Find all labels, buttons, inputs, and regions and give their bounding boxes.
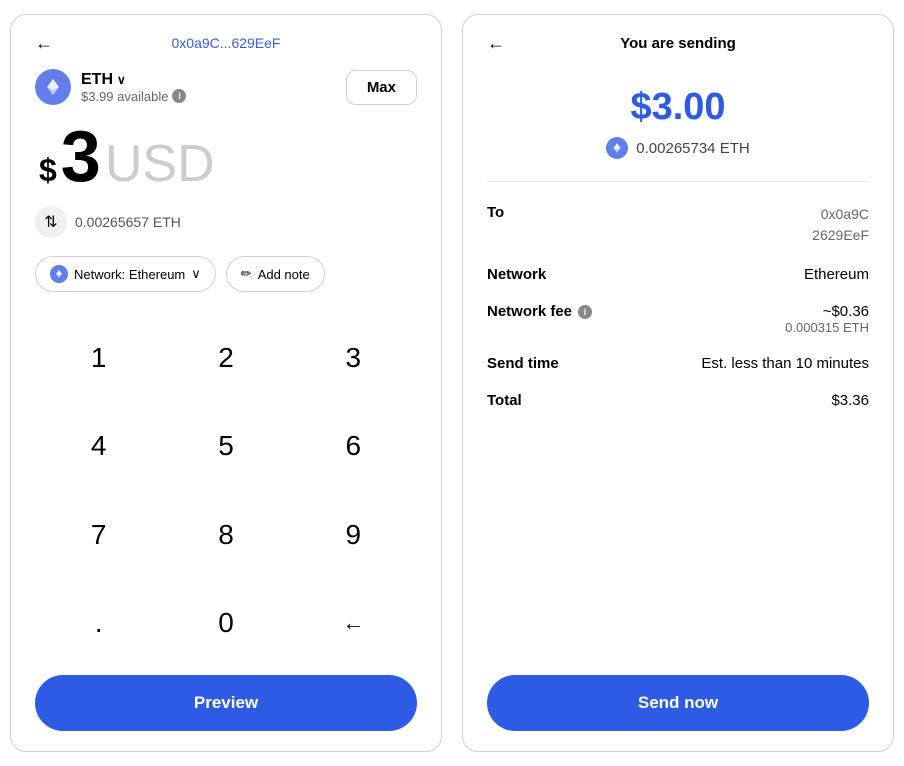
- amount-display: $ 3 USD: [35, 121, 417, 194]
- confirmation-title: You are sending: [620, 35, 736, 52]
- send-confirmation-screen: ← You are sending $3.00 0.00265734 ETH T…: [462, 14, 894, 752]
- wallet-address[interactable]: 0x0a9C...629EeF: [172, 35, 281, 51]
- options-row: Network: Ethereum ∨ ✏ Add note: [35, 256, 417, 292]
- fee-usd-value: ~$0.36: [823, 303, 869, 320]
- sending-usd-amount: $3.00: [487, 86, 869, 129]
- to-row: To 0x0a9C 2629EeF: [487, 204, 869, 246]
- numpad-key-0[interactable]: 0: [162, 579, 289, 667]
- eth-logo-icon: [35, 69, 71, 105]
- screen1-header: ← 0x0a9C...629EeF: [35, 35, 417, 51]
- to-label: To: [487, 204, 504, 221]
- total-row: Total $3.36: [487, 392, 869, 409]
- numpad-key-4[interactable]: 4: [35, 402, 162, 490]
- eth-equivalent-row: ⇅ 0.00265657 ETH: [35, 206, 417, 238]
- numpad-key-3[interactable]: 3: [290, 314, 417, 402]
- token-selector[interactable]: ETH ∨: [81, 71, 186, 89]
- amount-currency: USD: [105, 134, 215, 194]
- network-chevron-icon: ∨: [191, 266, 201, 282]
- sending-eth-row: 0.00265734 ETH: [487, 137, 869, 159]
- sending-amount-section: $3.00 0.00265734 ETH: [487, 70, 869, 182]
- recipient-address: 0x0a9C 2629EeF: [812, 204, 869, 246]
- sending-eth-icon: [606, 137, 628, 159]
- add-note-label: Add note: [258, 267, 310, 282]
- pencil-icon: ✏: [241, 266, 252, 282]
- back-button-1[interactable]: ←: [35, 33, 53, 54]
- numpad-key-6[interactable]: 6: [290, 402, 417, 490]
- numpad-backspace-button[interactable]: ←: [290, 579, 417, 667]
- send-amount-screen: ← 0x0a9C...629EeF ETH ∨ $3.: [10, 14, 442, 752]
- fee-value: ~$0.36 0.000315 ETH: [785, 303, 869, 335]
- eth-amount-text: 0.00265657 ETH: [75, 214, 181, 230]
- dollar-sign: $: [39, 152, 57, 189]
- screen2-header: ← You are sending: [487, 35, 869, 52]
- numpad-key-dot[interactable]: .: [35, 579, 162, 667]
- numpad-key-5[interactable]: 5: [162, 402, 289, 490]
- send-time-value: Est. less than 10 minutes: [701, 355, 869, 372]
- numpad-key-2[interactable]: 2: [162, 314, 289, 402]
- total-value: $3.36: [831, 392, 869, 409]
- fee-label: Network fee: [487, 303, 572, 320]
- fee-label-row: Network fee i: [487, 303, 592, 320]
- send-time-row: Send time Est. less than 10 minutes: [487, 355, 869, 372]
- token-row: ETH ∨ $3.99 available i Max: [35, 69, 417, 105]
- token-details: ETH ∨ $3.99 available i: [81, 71, 186, 104]
- address-line-2: 2629EeF: [812, 227, 869, 243]
- sending-eth-amount: 0.00265734 ETH: [636, 140, 749, 157]
- numpad: 1 2 3 4 5 6 7 8 9 . 0 ←: [35, 314, 417, 667]
- network-label: Network: Ethereum: [74, 267, 185, 282]
- send-now-button[interactable]: Send now: [487, 675, 869, 731]
- network-row: Network Ethereum: [487, 266, 869, 283]
- preview-button[interactable]: Preview: [35, 675, 417, 731]
- back-button-2[interactable]: ←: [487, 33, 505, 54]
- max-button[interactable]: Max: [346, 70, 417, 105]
- add-note-button[interactable]: ✏ Add note: [226, 256, 325, 292]
- token-available: $3.99 available i: [81, 89, 186, 104]
- network-detail-value: Ethereum: [804, 266, 869, 283]
- info-icon[interactable]: i: [172, 89, 186, 103]
- token-name: ETH: [81, 71, 113, 89]
- token-info: ETH ∨ $3.99 available i: [35, 69, 186, 105]
- swap-currency-button[interactable]: ⇅: [35, 206, 67, 238]
- fee-row: Network fee i ~$0.36 0.000315 ETH: [487, 303, 869, 335]
- numpad-key-1[interactable]: 1: [35, 314, 162, 402]
- amount-number: 3: [61, 121, 101, 193]
- address-line-1: 0x0a9C: [821, 206, 869, 222]
- fee-info-icon[interactable]: i: [578, 305, 592, 319]
- network-selector-button[interactable]: Network: Ethereum ∨: [35, 256, 216, 292]
- fee-eth-value: 0.000315 ETH: [785, 320, 869, 335]
- send-time-label: Send time: [487, 355, 559, 372]
- numpad-key-8[interactable]: 8: [162, 491, 289, 579]
- network-eth-icon: [50, 265, 68, 283]
- chevron-down-icon: ∨: [117, 73, 126, 87]
- total-label: Total: [487, 392, 522, 409]
- numpad-key-7[interactable]: 7: [35, 491, 162, 579]
- numpad-key-9[interactable]: 9: [290, 491, 417, 579]
- network-detail-label: Network: [487, 266, 546, 283]
